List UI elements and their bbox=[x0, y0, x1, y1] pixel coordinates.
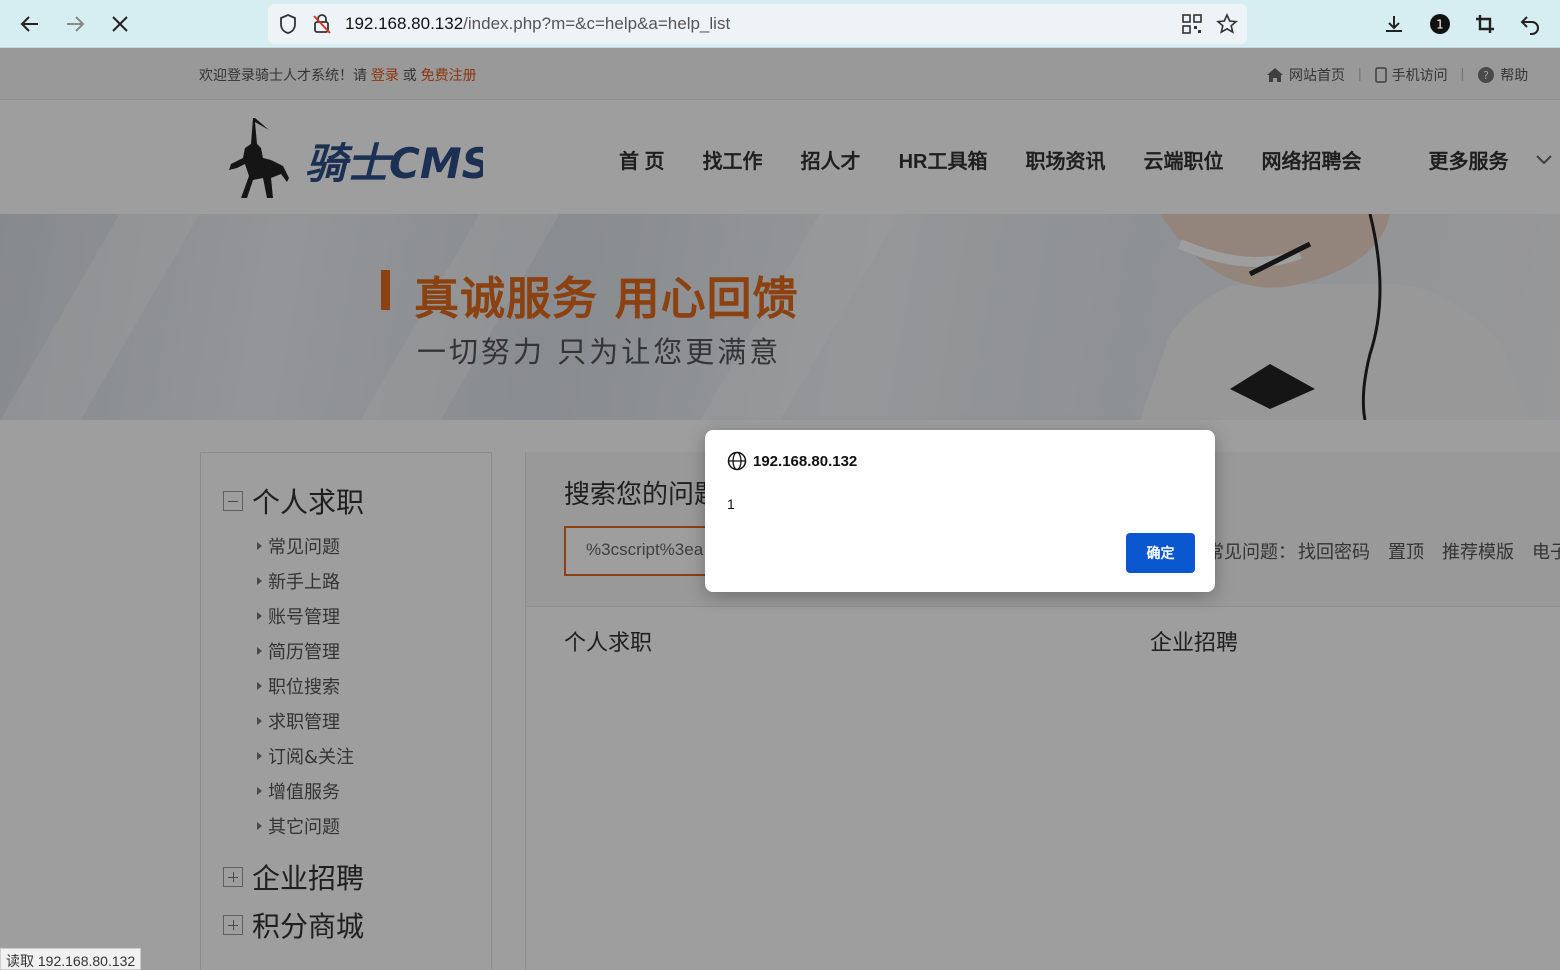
dialog-ok-button[interactable]: 确定 bbox=[1126, 533, 1195, 573]
back-arrow-icon[interactable] bbox=[14, 8, 46, 40]
url-text[interactable]: 192.168.80.132/index.php?m=&c=help&a=hel… bbox=[345, 14, 730, 34]
extension-badge-icon[interactable]: 1 bbox=[1424, 8, 1456, 40]
shield-icon[interactable] bbox=[278, 13, 298, 39]
dialog-origin: 192.168.80.132 bbox=[727, 451, 857, 471]
dialog-origin-text: 192.168.80.132 bbox=[753, 452, 858, 470]
bookmark-star-icon[interactable] bbox=[1216, 13, 1238, 39]
download-icon[interactable] bbox=[1378, 8, 1410, 40]
svg-text:1: 1 bbox=[1436, 18, 1444, 32]
address-bar[interactable]: 192.168.80.132/index.php?m=&c=help&a=hel… bbox=[268, 4, 1247, 44]
dialog-message: 1 bbox=[727, 496, 735, 512]
globe-icon bbox=[727, 451, 747, 471]
insecure-lock-icon[interactable] bbox=[312, 13, 332, 39]
alert-dialog: 192.168.80.132 1 确定 bbox=[705, 430, 1215, 592]
crop-screenshot-icon[interactable] bbox=[1469, 8, 1501, 40]
browser-toolbar: 192.168.80.132/index.php?m=&c=help&a=hel… bbox=[0, 0, 1560, 48]
stop-loading-icon[interactable] bbox=[104, 8, 136, 40]
qr-code-icon[interactable] bbox=[1182, 14, 1202, 38]
status-bar: 读取 192.168.80.132 bbox=[0, 948, 142, 970]
forward-arrow-icon[interactable] bbox=[59, 8, 91, 40]
undo-icon[interactable] bbox=[1514, 8, 1546, 40]
